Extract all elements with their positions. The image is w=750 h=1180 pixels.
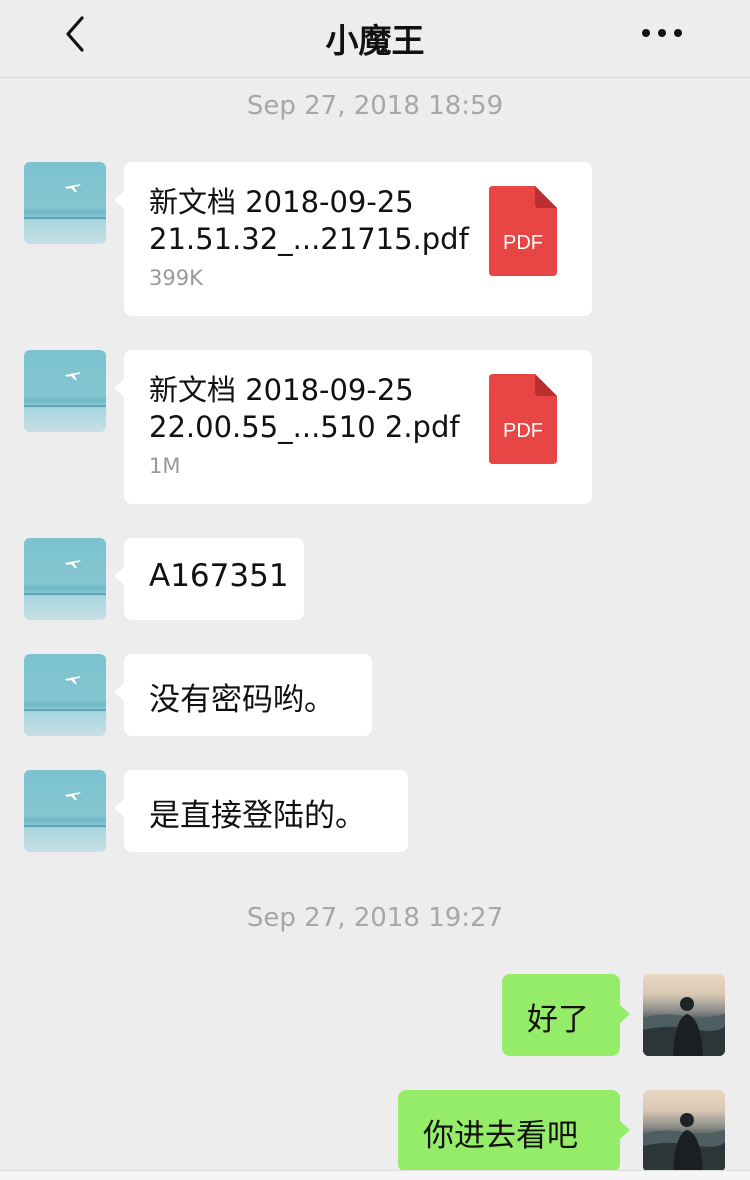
pdf-label: PDF	[503, 420, 543, 442]
avatar-horizon	[24, 405, 106, 407]
person-silhouette-icon	[643, 997, 725, 1056]
airplane-icon	[65, 372, 81, 380]
file-message-bubble[interactable]: 新文档 2018-09-25 21.51.32_...21715.pdf 399…	[114, 162, 592, 316]
text-message-bubble-outgoing[interactable]: 你进去看吧	[398, 1090, 630, 1172]
airplane-icon	[65, 676, 81, 684]
airplane-icon	[65, 792, 81, 800]
avatar-horizon	[24, 217, 106, 219]
contact-avatar[interactable]	[24, 654, 106, 736]
person-silhouette-icon	[643, 1113, 725, 1172]
text-message-bubble-outgoing[interactable]: 好了	[502, 974, 630, 1056]
message-timestamp: Sep 27, 2018 18:59	[246, 91, 504, 121]
contact-avatar[interactable]	[24, 350, 106, 432]
contact-avatar[interactable]	[24, 538, 106, 620]
pdf-file-icon: PDF	[489, 374, 557, 464]
more-horizontal-icon[interactable]	[640, 18, 684, 48]
text-message-bubble[interactable]: A167351	[114, 538, 304, 620]
file-name-line: 新文档 2018-09-25	[149, 373, 414, 407]
avatar-horizon	[24, 593, 106, 595]
message-text: 没有密码哟。	[149, 682, 335, 718]
user-avatar[interactable]	[643, 974, 725, 1056]
message-text: 是直接登陆的。	[149, 798, 366, 834]
file-name-line: 新文档 2018-09-25	[149, 185, 414, 219]
message-text: 好了	[527, 1002, 589, 1038]
file-name-line: 21.51.32_...21715.pdf	[149, 222, 469, 256]
pdf-file-icon: PDF	[489, 186, 557, 276]
avatar-horizon	[24, 709, 106, 711]
contact-avatar[interactable]	[24, 162, 106, 244]
contact-avatar[interactable]	[24, 770, 106, 852]
input-bar-edge	[0, 1170, 750, 1180]
file-name-line: 22.00.55_...510 2.pdf	[149, 410, 460, 444]
message-timestamp: Sep 27, 2018 19:27	[246, 903, 504, 933]
pdf-label: PDF	[503, 232, 543, 254]
file-size: 1M	[149, 454, 181, 478]
message-text: A167351	[149, 558, 289, 594]
file-name: 新文档 2018-09-25 22.00.55_...510 2.pdf	[149, 372, 469, 446]
user-avatar[interactable]	[643, 1090, 725, 1172]
airplane-icon	[65, 560, 81, 568]
chat-title: 小魔王	[325, 21, 425, 60]
airplane-icon	[65, 184, 81, 192]
text-message-bubble[interactable]: 是直接登陆的。	[114, 770, 408, 852]
file-name: 新文档 2018-09-25 21.51.32_...21715.pdf	[149, 184, 469, 258]
message-text: 你进去看吧	[423, 1118, 578, 1154]
file-size: 399K	[149, 266, 203, 290]
nav-bar: 小魔王	[0, 0, 750, 78]
avatar-horizon	[24, 825, 106, 827]
file-message-bubble[interactable]: 新文档 2018-09-25 22.00.55_...510 2.pdf 1M …	[114, 350, 592, 504]
text-message-bubble[interactable]: 没有密码哟。	[114, 654, 372, 736]
